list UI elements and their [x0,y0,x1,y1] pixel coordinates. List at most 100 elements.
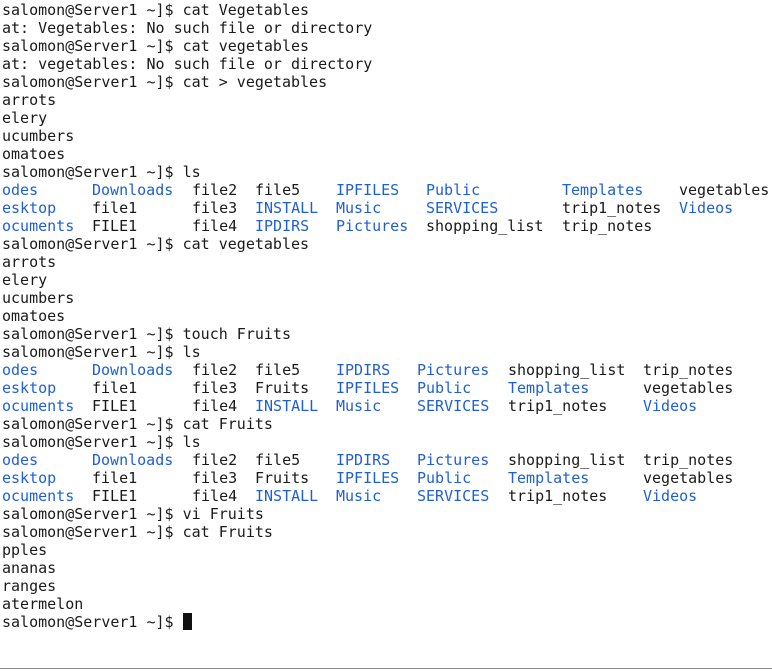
file-entry: shopping_list [508,451,626,469]
ls-output-row: esktop file1 file3 Fruits IPFILES Public Templ… [2,379,772,397]
shell-prompt: salomon@Server1 ~]$ [2,343,183,361]
command-text: ls [182,163,201,181]
command-text: ls [182,433,201,451]
file-entry: file3 [192,379,238,397]
file-entry: FILE1 [92,397,138,415]
ls-output-row: esktop file1 file3 INSTALL Music SERVICES trip… [2,199,772,217]
file-entry: trip_notes [562,217,653,235]
command-text: cat Vegetables [182,1,310,19]
directory-entry: SERVICES [426,199,499,217]
shell-prompt: salomon@Server1 ~]$ [2,1,183,19]
directory-entry: IPFILES [336,469,400,487]
directory-entry: Music [336,487,382,505]
shell-prompt: salomon@Server1 ~]$ [2,613,183,631]
file-entry: FILE1 [92,217,138,235]
file-entry: file3 [192,199,238,217]
directory-entry: SERVICES [417,397,490,415]
ls-output-row: ocuments FILE1 file4 IPDIRS Pictures shopping… [2,217,772,235]
output-line: arrots [2,253,57,271]
directory-entry: Videos [643,397,698,415]
prompt-line-active: salomon@Server1 ~]$ [2,613,192,631]
directory-entry: esktop [2,469,57,487]
directory-entry: ocuments [2,397,75,415]
directory-entry: Templates [562,181,644,199]
shell-prompt: salomon@Server1 ~]$ [2,325,183,343]
file-entry: trip1_notes [508,397,608,415]
file-entry: trip1_notes [562,199,662,217]
command-text: cat vegetables [182,235,310,253]
command-line: salomon@Server1 ~]$ cat Vegetables [2,1,309,19]
ls-output-row: odes Downloads file2 file5 IPDIRS Pictures sho… [2,451,772,469]
command-line: salomon@Server1 ~]$ cat vegetables [2,37,309,55]
file-entry: trip1_notes [508,487,608,505]
directory-entry: Videos [643,487,698,505]
file-entry: file2 [192,451,238,469]
directory-entry: Downloads [92,451,174,469]
directory-entry: ocuments [2,487,75,505]
file-entry: shopping_list [426,217,544,235]
shell-prompt: salomon@Server1 ~]$ [2,73,183,91]
file-entry: shopping_list [508,361,626,379]
window-bottom-border [0,668,772,669]
shell-prompt: salomon@Server1 ~]$ [2,523,183,541]
file-entry: Fruits [255,379,310,397]
output-line: elery [2,271,48,289]
directory-entry: odes [2,451,39,469]
output-line: ananas [2,559,57,577]
file-entry: trip_notes [643,361,734,379]
ls-output-row: esktop file1 file3 Fruits IPFILES Public Templ… [2,469,772,487]
output-line: ucumbers [2,289,75,307]
terminal-window[interactable]: salomon@Server1 ~]$ cat Vegetables at: Ve… [0,0,772,668]
file-entry: trip_notes [643,451,734,469]
shell-prompt: salomon@Server1 ~]$ [2,505,183,523]
command-text: cat > vegetables [182,73,328,91]
command-text: ls [182,343,201,361]
file-entry: Fruits [255,469,310,487]
command-line: salomon@Server1 ~]$ touch Fruits [2,325,291,343]
file-entry: file5 [255,181,301,199]
output-line: pples [2,541,48,559]
command-line: salomon@Server1 ~]$ cat vegetables [2,235,309,253]
file-entry: file1 [92,199,138,217]
directory-entry: Downloads [92,361,174,379]
output-line: omatoes [2,307,66,325]
command-text: cat Fruits [182,415,273,433]
output-line: arrots [2,91,57,109]
output-line: omatoes [2,145,66,163]
directory-entry: odes [2,181,39,199]
file-entry: file4 [192,217,238,235]
file-entry: file4 [192,487,238,505]
ls-output-row: odes Downloads file2 file5 IPDIRS Pictures sho… [2,361,772,379]
file-entry: vegetables [679,181,770,199]
command-text: vi Fruits [182,505,264,523]
file-entry: vegetables [643,379,734,397]
directory-entry: IPDIRS [336,361,391,379]
directory-entry: Public [417,379,472,397]
directory-entry: SERVICES [417,487,490,505]
command-line: salomon@Server1 ~]$ cat Fruits [2,523,273,541]
directory-entry: Pictures [417,451,490,469]
directory-entry: INSTALL [255,397,319,415]
file-entry: file5 [255,361,301,379]
directory-entry: Templates [508,469,590,487]
ls-output-row: odes Downloads file2 file5 IPFILES Public Temp… [2,181,772,199]
directory-entry: Public [426,181,481,199]
directory-entry: IPFILES [336,181,400,199]
directory-entry: Public [417,469,472,487]
text-cursor[interactable] [182,613,192,630]
directory-entry: INSTALL [255,199,319,217]
directory-entry: ocuments [2,217,75,235]
directory-entry: IPDIRS [255,217,310,235]
output-line: atermelon [2,595,84,613]
file-entry: file2 [192,181,238,199]
command-line: salomon@Server1 ~]$ ls [2,343,201,361]
directory-entry: INSTALL [255,487,319,505]
ls-output-row: ocuments FILE1 file4 INSTALL Music SERVICES tr… [2,487,772,505]
directory-entry: Downloads [92,181,174,199]
file-entry: file3 [192,469,238,487]
shell-prompt: salomon@Server1 ~]$ [2,415,183,433]
command-line: salomon@Server1 ~]$ ls [2,433,201,451]
directory-entry: Music [336,397,382,415]
shell-prompt: salomon@Server1 ~]$ [2,37,183,55]
file-entry: file4 [192,397,238,415]
